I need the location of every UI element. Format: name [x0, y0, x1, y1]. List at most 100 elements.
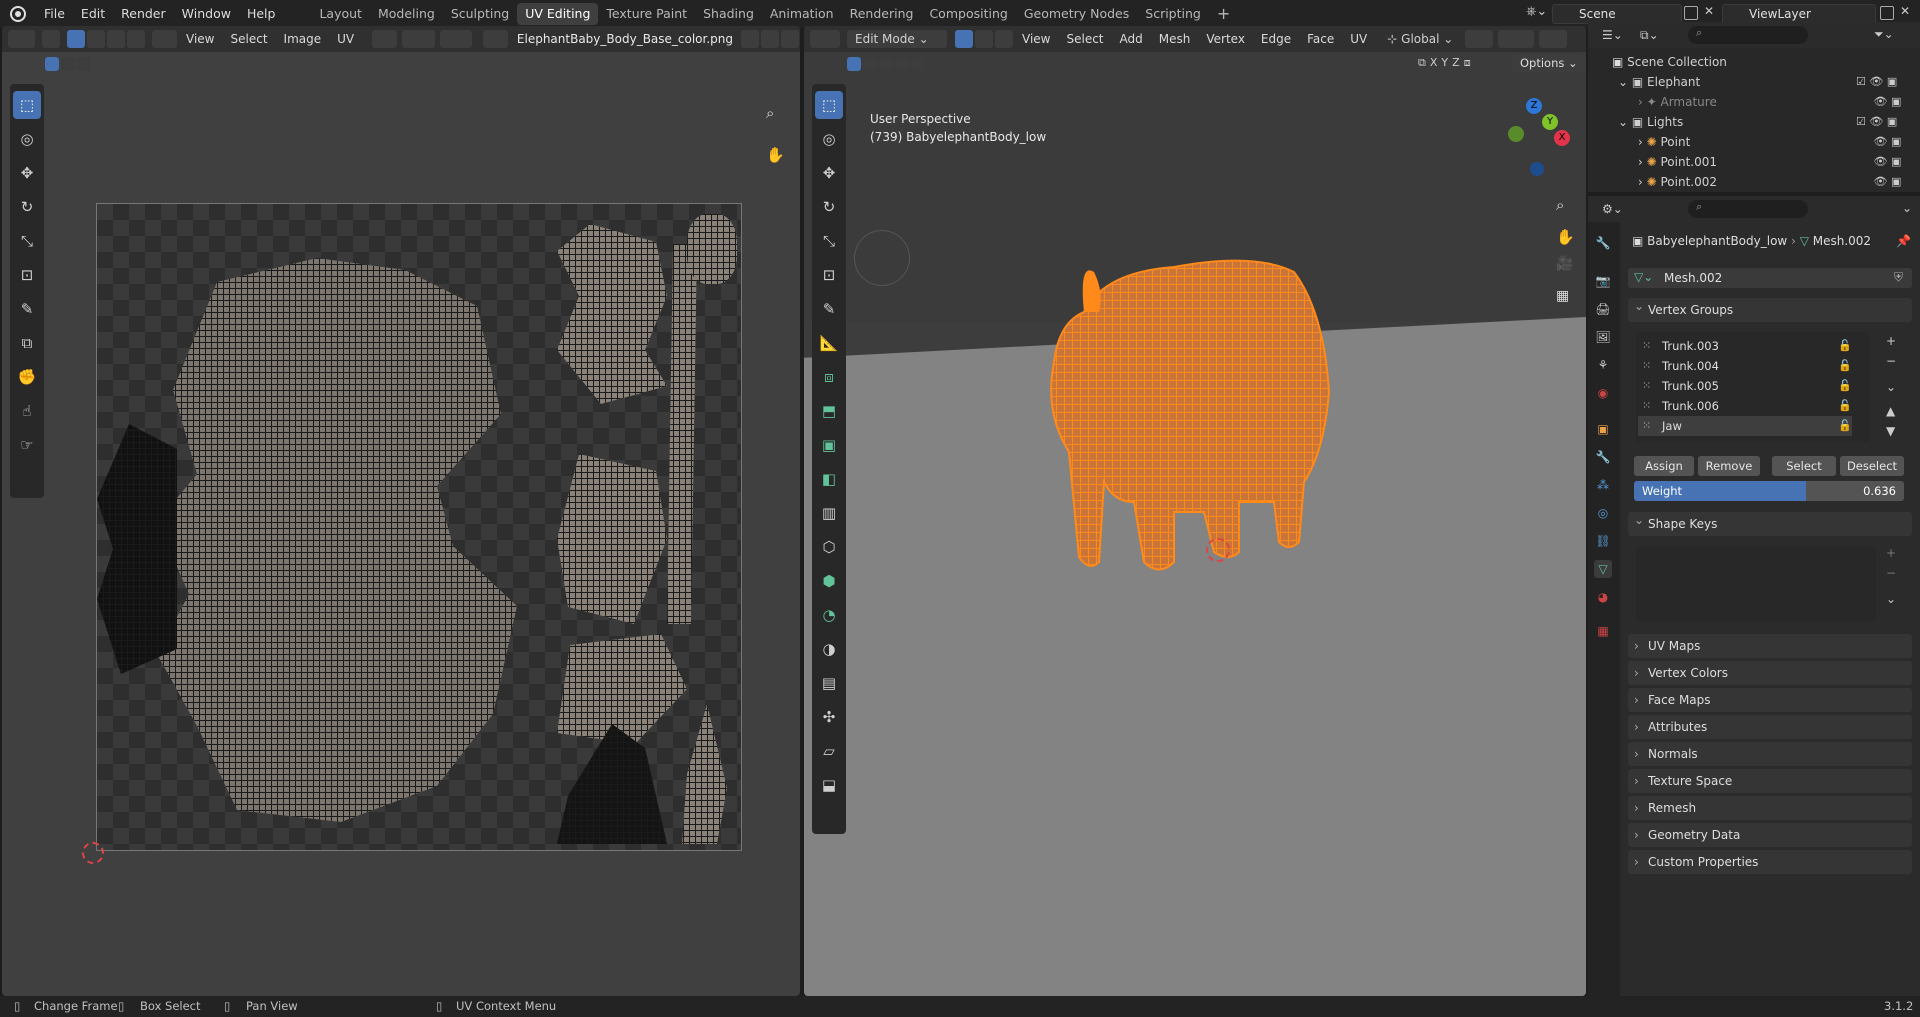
- select-button[interactable]: Select: [1772, 456, 1836, 476]
- world-tab-icon[interactable]: ◉: [1594, 384, 1612, 402]
- vp-smooth-tool-icon[interactable]: ◑: [815, 635, 843, 663]
- uv-select-mode-icons[interactable]: [44, 56, 102, 72]
- vp-select-box-tool-icon[interactable]: ⬚: [815, 91, 843, 119]
- vp-transform-tool-icon[interactable]: ⊡: [815, 261, 843, 289]
- outliner-search-input[interactable]: ⌕: [1688, 26, 1808, 44]
- sticky-select-icon[interactable]: [151, 30, 178, 48]
- extend-selection-icon[interactable]: [61, 56, 75, 71]
- physics-tab-icon[interactable]: ◎: [1594, 504, 1612, 522]
- panel-normals[interactable]: Normals: [1628, 742, 1912, 766]
- vp-scale-tool-icon[interactable]: ⤡: [815, 227, 843, 255]
- snap-icon[interactable]: [402, 30, 435, 48]
- group-specials-icon[interactable]: ⌄: [1886, 380, 1896, 394]
- object-tab-icon[interactable]: ▣: [1594, 420, 1612, 438]
- viewport-canvas[interactable]: ⧉ X Y Z ⧈ Options ⌄ User Perspective (73…: [804, 52, 1586, 996]
- close-scene-icon[interactable]: ✕: [1704, 4, 1714, 18]
- move-tool-icon[interactable]: ✥: [13, 159, 41, 187]
- vp-menu-view[interactable]: View: [1014, 32, 1058, 46]
- vertex-group-item[interactable]: Trunk.006: [1638, 396, 1852, 416]
- gizmo-z-axis[interactable]: Z: [1526, 98, 1542, 114]
- gizmo-x-axis[interactable]: X: [1554, 130, 1570, 146]
- mode-selector[interactable]: Edit Mode ⌄: [847, 30, 947, 48]
- remove-button[interactable]: Remove: [1698, 456, 1760, 476]
- vp-measure-tool-icon[interactable]: 📐: [815, 329, 843, 357]
- vp-menu-mesh[interactable]: Mesh: [1151, 32, 1199, 46]
- vp-shear-tool-icon[interactable]: ▱: [815, 737, 843, 765]
- tab-uv-editing[interactable]: UV Editing: [517, 3, 599, 25]
- visibility-row[interactable]: ☑ 👁 ▣: [1856, 72, 1916, 92]
- vp-bevel-tool-icon[interactable]: ◧: [815, 465, 843, 493]
- ortho-toggle-icon[interactable]: ▦: [1556, 288, 1569, 304]
- constraints-tab-icon[interactable]: ⛓: [1594, 532, 1612, 550]
- new-image-icon[interactable]: [761, 30, 780, 48]
- vp-menu-add[interactable]: Add: [1112, 32, 1151, 46]
- visibility-row[interactable]: 👁 ▣: [1856, 92, 1916, 112]
- vp-spin-tool-icon[interactable]: ◔: [815, 601, 843, 629]
- panel-vertex-colors[interactable]: Vertex Colors: [1628, 661, 1912, 685]
- panel-uv-maps[interactable]: UV Maps: [1628, 634, 1912, 658]
- axis-x-toggle[interactable]: X: [1430, 56, 1438, 70]
- vp-rip-tool-icon[interactable]: ⬓: [815, 771, 843, 799]
- select-box-tool-icon[interactable]: ⬚: [13, 91, 41, 119]
- scene-tab-icon[interactable]: ⚘: [1594, 356, 1612, 374]
- props-options-icon[interactable]: ⌄: [1902, 201, 1912, 215]
- sync-selection-icon[interactable]: [41, 30, 60, 48]
- vp-shrink-tool-icon[interactable]: ✣: [815, 703, 843, 731]
- vp-intersect-selection-icon[interactable]: [911, 56, 925, 71]
- expand-icon[interactable]: ›: [1638, 175, 1647, 189]
- vp-menu-vertex[interactable]: Vertex: [1198, 32, 1253, 46]
- copy-viewlayer-icon[interactable]: [1880, 6, 1894, 20]
- panel-custom-properties[interactable]: Custom Properties: [1628, 850, 1912, 874]
- vertex-group-item[interactable]: Trunk.004: [1638, 356, 1852, 376]
- panel-texture-space[interactable]: Texture Space: [1628, 769, 1912, 793]
- lock-icon[interactable]: 🔓: [1838, 376, 1852, 396]
- move-up-icon[interactable]: ▲: [1886, 404, 1895, 418]
- viewport-editor-type-icon[interactable]: [810, 30, 840, 48]
- tab-scripting[interactable]: Scripting: [1137, 3, 1209, 25]
- uv-menu-select[interactable]: Select: [223, 32, 276, 46]
- panel-geometry-data[interactable]: Geometry Data: [1628, 823, 1912, 847]
- outliner-display-icon[interactable]: ⧉⌄: [1640, 28, 1659, 43]
- vp-knife-tool-icon[interactable]: ⬡: [815, 533, 843, 561]
- rotate-tool-icon[interactable]: ↻: [13, 193, 41, 221]
- outliner-row-scene[interactable]: ▣ Scene Collection: [1588, 52, 1920, 72]
- tab-modeling[interactable]: Modeling: [370, 3, 443, 25]
- outliner-filter-icon[interactable]: ⏷⌄: [1874, 27, 1894, 42]
- tab-sculpting[interactable]: Sculpting: [443, 3, 517, 25]
- tab-texture-paint[interactable]: Texture Paint: [598, 3, 695, 25]
- vertex-groups-panel[interactable]: Vertex Groups: [1628, 294, 1912, 322]
- lock-icon[interactable]: 🔓: [1838, 336, 1852, 356]
- vp-subtract-selection-icon[interactable]: [879, 56, 893, 71]
- pinch-tool-icon[interactable]: ☞: [13, 431, 41, 459]
- mirror-icon[interactable]: ⧉: [1418, 56, 1426, 70]
- menu-help[interactable]: Help: [239, 0, 284, 28]
- new-selection-icon[interactable]: [45, 56, 59, 71]
- vp-proportional-icon[interactable]: [1539, 30, 1568, 48]
- scale-tool-icon[interactable]: ⤡: [13, 227, 41, 255]
- menu-file[interactable]: File: [36, 0, 73, 28]
- scene-type-icon[interactable]: ⎈⌄: [1526, 4, 1548, 24]
- vp-edge-slide-tool-icon[interactable]: ▤: [815, 669, 843, 697]
- props-search-input[interactable]: ⌕: [1688, 200, 1808, 218]
- tab-layout[interactable]: Layout: [311, 3, 370, 25]
- pan-hand-icon[interactable]: ✋: [766, 146, 785, 164]
- expand-icon[interactable]: ›: [1638, 155, 1647, 169]
- vertex-group-item[interactable]: Trunk.005: [1638, 376, 1852, 396]
- particles-tab-icon[interactable]: ⁂: [1594, 476, 1612, 494]
- menu-edit[interactable]: Edit: [73, 0, 113, 28]
- face-select-icon[interactable]: [106, 30, 125, 48]
- remove-shape-key-icon[interactable]: −: [1886, 566, 1896, 580]
- tab-geometry-nodes[interactable]: Geometry Nodes: [1016, 3, 1137, 25]
- vertex-mode-icon[interactable]: [955, 30, 973, 48]
- orientation-selector[interactable]: ⊹ Global ⌄: [1381, 32, 1459, 46]
- vp-extend-selection-icon[interactable]: [863, 56, 877, 71]
- shape-key-list[interactable]: [1636, 546, 1876, 622]
- editor-type-icon[interactable]: [8, 30, 35, 48]
- uv-select-mode-icons-3d[interactable]: [846, 56, 926, 71]
- vp-move-tool-icon[interactable]: ✥: [815, 159, 843, 187]
- visibility-row[interactable]: 👁 ▣: [1856, 152, 1916, 172]
- view-layer-tab-icon[interactable]: 🖼: [1594, 328, 1612, 346]
- open-image-icon[interactable]: [781, 30, 800, 48]
- face-mode-icon[interactable]: [995, 30, 1013, 48]
- cursor-tool-icon[interactable]: ◎: [13, 125, 41, 153]
